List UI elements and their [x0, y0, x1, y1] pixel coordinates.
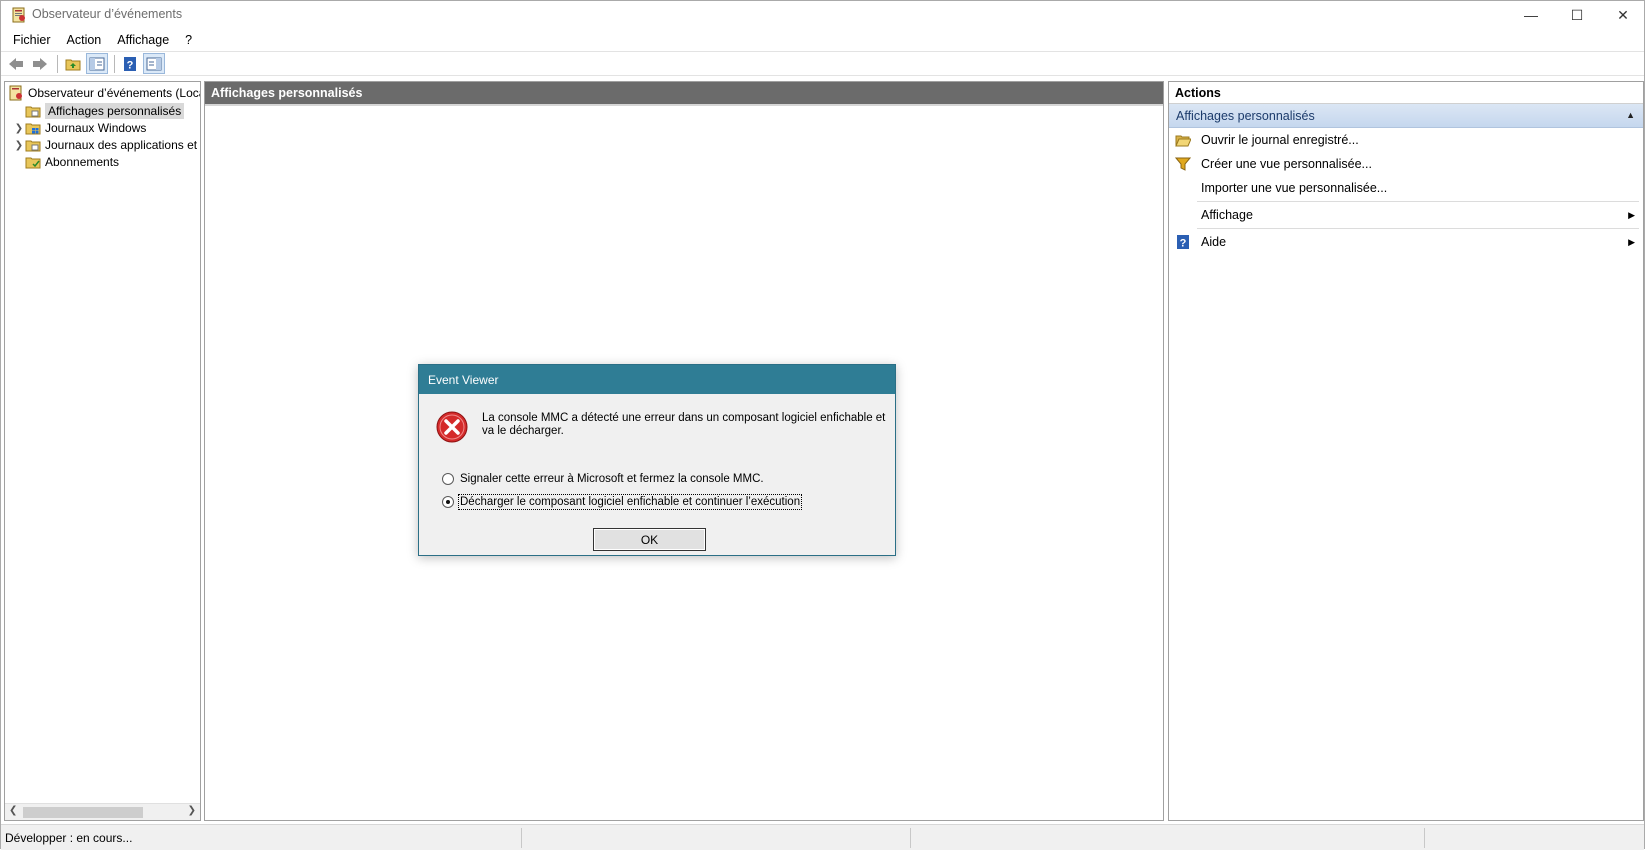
action-label: Aide	[1201, 235, 1227, 249]
event-viewer-app-icon	[12, 7, 25, 23]
error-icon	[436, 411, 468, 443]
option-report-error[interactable]: Signaler cette erreur à Microsoft et fer…	[442, 473, 764, 485]
tree-item-abonnements[interactable]: Abonnements	[13, 153, 119, 171]
windows-logs-folder-icon	[25, 120, 41, 136]
event-viewer-icon	[8, 85, 24, 101]
show-hide-action-pane-button[interactable]	[143, 53, 165, 74]
menu-fichier[interactable]: Fichier	[5, 31, 59, 49]
svg-text:?: ?	[127, 59, 134, 71]
show-hide-tree-icon	[89, 57, 105, 70]
title-bar: Observateur d’événements — ☐ ✕	[1, 1, 1644, 29]
action-label: Affichage	[1201, 208, 1253, 222]
ok-button[interactable]: OK	[593, 528, 706, 551]
scrollbar-thumb[interactable]	[23, 807, 143, 818]
expand-chevron-icon[interactable]: ❯	[13, 140, 25, 151]
error-dialog: Event Viewer La console MMC a détecté un…	[418, 364, 896, 556]
help-icon: ?	[1177, 235, 1189, 250]
dialog-message: La console MMC a détecté une erreur dans…	[482, 412, 886, 437]
status-text: Développer : en cours...	[5, 830, 133, 845]
menu-action[interactable]: Action	[59, 31, 110, 49]
forward-arrow-icon	[33, 57, 47, 70]
tree-root[interactable]: Observateur d’événements (Loca	[8, 84, 201, 102]
status-bar: Développer : en cours...	[1, 824, 1644, 850]
actions-separator	[1197, 201, 1639, 202]
expand-chevron-icon[interactable]: ❯	[13, 123, 25, 134]
help-button[interactable]: ?	[119, 53, 141, 74]
toolbar: ?	[1, 51, 1644, 76]
actions-pane: Actions Affichages personnalisés ▲ Ouvri…	[1168, 81, 1644, 821]
open-folder-icon	[1175, 135, 1191, 147]
submenu-arrow-icon: ▶	[1628, 210, 1635, 220]
tree-root-label: Observateur d’événements (Loca	[28, 86, 201, 100]
custom-views-folder-icon	[25, 103, 41, 119]
radio-unload-continue[interactable]	[442, 496, 454, 508]
actions-section-label: Affichages personnalisés	[1176, 108, 1315, 123]
action-affichage[interactable]: Affichage ▶	[1169, 203, 1643, 227]
event-viewer-window: Observateur d’événements — ☐ ✕ Fichier A…	[0, 0, 1645, 850]
option-label: Signaler cette erreur à Microsoft et fer…	[460, 473, 764, 485]
actions-section-header[interactable]: Affichages personnalisés ▲	[1169, 104, 1643, 128]
option-unload-continue[interactable]: Décharger le composant logiciel enfichab…	[442, 494, 803, 510]
dialog-title: Event Viewer	[419, 365, 895, 394]
window-title: Observateur d’événements	[32, 7, 183, 21]
action-import-custom-view[interactable]: Importer une vue personnalisée...	[1169, 176, 1643, 200]
tree-horizontal-scrollbar[interactable]: ❮ ❯	[5, 803, 200, 820]
option-label: Décharger le composant logiciel enfichab…	[457, 494, 803, 510]
back-button[interactable]	[5, 53, 27, 74]
menu-bar: Fichier Action Affichage ?	[1, 29, 1644, 51]
action-label: Créer une vue personnalisée...	[1201, 157, 1372, 171]
folder-up-icon	[65, 59, 81, 70]
action-label: Ouvrir le journal enregistré...	[1201, 133, 1359, 147]
action-create-custom-view[interactable]: Créer une vue personnalisée...	[1169, 152, 1643, 176]
menu-affichage[interactable]: Affichage	[109, 31, 177, 49]
tree-item-journaux-windows[interactable]: ❯ Journaux Windows	[13, 119, 147, 137]
help-icon: ?	[124, 56, 136, 71]
toolbar-separator	[57, 54, 58, 73]
show-hide-action-pane-icon	[146, 57, 162, 70]
back-arrow-icon	[9, 57, 23, 70]
menu-help[interactable]: ?	[177, 31, 200, 49]
svg-text:?: ?	[1180, 238, 1187, 250]
actions-title: Actions	[1169, 82, 1643, 104]
action-open-saved-log[interactable]: Ouvrir le journal enregistré...	[1169, 128, 1643, 152]
minimize-button[interactable]: —	[1508, 1, 1554, 29]
scroll-left-icon[interactable]: ❮	[9, 805, 17, 816]
tree-item-label: Abonnements	[45, 155, 120, 169]
actions-separator	[1197, 228, 1639, 229]
tree-item-affichages-personnalises[interactable]: Affichages personnalisés	[13, 102, 185, 120]
close-button[interactable]: ✕	[1600, 1, 1645, 29]
results-pane-header: Affichages personnalisés	[205, 82, 1163, 106]
show-hide-tree-button[interactable]	[86, 53, 108, 74]
radio-report-error[interactable]	[442, 473, 454, 485]
action-label: Importer une vue personnalisée...	[1201, 181, 1388, 195]
subscriptions-icon	[25, 154, 41, 170]
applications-logs-folder-icon	[25, 137, 41, 153]
action-aide[interactable]: ? Aide ▶	[1169, 230, 1643, 254]
scroll-right-icon[interactable]: ❯	[188, 805, 196, 816]
maximize-button[interactable]: ☐	[1554, 1, 1600, 29]
tree-item-label: Affichages personnalisés	[45, 103, 185, 119]
console-tree: Observateur d’événements (Loca Affichage…	[4, 81, 201, 821]
submenu-arrow-icon: ▶	[1628, 237, 1635, 247]
toolbar-separator	[114, 54, 115, 73]
tree-item-label: Journaux des applications et	[45, 138, 198, 152]
tree-item-label: Journaux Windows	[45, 121, 147, 135]
up-one-level-button[interactable]	[62, 53, 84, 74]
collapse-arrow-icon[interactable]: ▲	[1626, 110, 1635, 120]
filter-icon	[1175, 157, 1191, 171]
forward-button[interactable]	[29, 53, 51, 74]
tree-item-journaux-applications[interactable]: ❯ Journaux des applications et	[13, 136, 197, 154]
